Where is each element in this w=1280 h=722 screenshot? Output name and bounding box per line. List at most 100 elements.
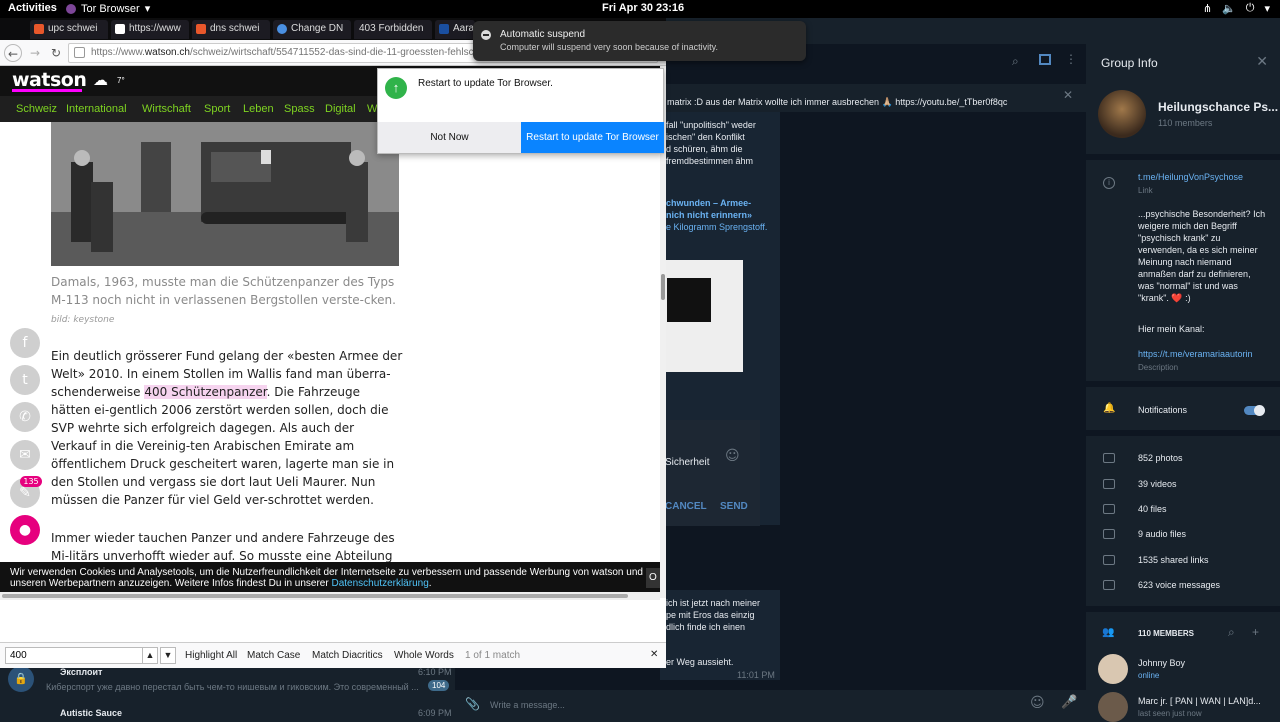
chat-snippet: ich ist jetzt nach meiner — [666, 598, 761, 608]
clock[interactable]: Fri Apr 30 23:16 — [602, 2, 684, 14]
nav-international[interactable]: International — [66, 103, 127, 115]
whatsapp-share-icon[interactable]: ✆ — [10, 402, 40, 432]
stat-links[interactable]: 1535 shared links — [1138, 555, 1209, 565]
divider — [1086, 154, 1280, 160]
channel-link[interactable]: https://t.me/veramariaautorin — [1138, 349, 1253, 359]
stat-audio[interactable]: 9 audio files — [1138, 529, 1186, 539]
notifications-toggle[interactable] — [1244, 405, 1265, 416]
chat-snippet: nich nicht erinnern» — [666, 210, 753, 220]
weather-icon[interactable]: ☁ — [93, 71, 108, 89]
stat-photos[interactable]: 852 photos — [1138, 453, 1183, 463]
tab-label: Aara — [453, 23, 475, 34]
app-menu[interactable]: Tor Browser ▾ — [66, 2, 150, 15]
find-status: 1 of 1 match — [465, 650, 521, 661]
watson-logo[interactable]: watson — [12, 69, 87, 92]
horizontal-scrollbar[interactable] — [0, 592, 660, 600]
chevron-down-icon: ▾ — [1264, 3, 1270, 15]
app-name: Tor Browser — [81, 2, 140, 15]
close-pinned-icon[interactable]: ✕ — [1063, 88, 1073, 102]
member-name[interactable]: Johnny Boy — [1138, 658, 1185, 668]
highlight-all-option[interactable]: Highlight All — [185, 650, 237, 661]
tab-label: upc schwei — [48, 23, 98, 34]
group-info-title: Group Info — [1101, 56, 1158, 70]
cancel-button[interactable]: CANCEL — [665, 501, 707, 513]
attach-icon[interactable]: 📎 — [465, 697, 480, 711]
microphone-icon[interactable]: 🎤 — [1061, 695, 1077, 710]
emoji-icon[interactable]: ☺ — [1030, 695, 1045, 711]
back-icon[interactable]: ← — [4, 44, 22, 62]
close-icon[interactable]: ✕ — [1256, 53, 1268, 70]
chat-name[interactable]: Autistic Sauce — [60, 707, 122, 719]
search-icon[interactable]: ⌕ — [1012, 54, 1019, 69]
sidebar-toggle-icon[interactable] — [1039, 54, 1051, 65]
avatar[interactable] — [1098, 654, 1128, 684]
cookie-ok-button[interactable]: O — [646, 568, 660, 588]
member-name[interactable]: Marc jr. [ PAN | WAN | LAN]d... — [1138, 696, 1261, 706]
page-info-icon[interactable] — [74, 47, 85, 58]
browser-tab[interactable]: dns schwei — [192, 20, 270, 39]
article-paragraph: Ein deutlich grösserer Fund gelang der «… — [51, 347, 403, 509]
facebook-share-icon[interactable]: f — [10, 328, 40, 358]
user-profile-icon[interactable]: ● — [10, 515, 40, 545]
find-input[interactable] — [5, 647, 143, 664]
tab-label: Change DN — [291, 23, 344, 34]
more-icon[interactable]: ⋮ — [1065, 52, 1077, 66]
match-diacritics-option[interactable]: Match Diacritics — [312, 650, 383, 661]
nav-schweiz[interactable]: Schweiz — [16, 103, 57, 115]
browser-tab[interactable]: Change DN — [273, 20, 351, 39]
activities-button[interactable]: Activities — [8, 2, 57, 14]
twitter-share-icon[interactable]: t — [10, 365, 40, 395]
unread-badge: 104 — [428, 680, 450, 691]
nav-sport[interactable]: Sport — [204, 103, 230, 115]
whole-words-option[interactable]: Whole Words — [394, 650, 454, 661]
channel-label: Hier mein Kanal: — [1138, 324, 1205, 334]
lock-icon[interactable]: 🔒 — [8, 666, 34, 692]
update-doorhanger: ↑ Restart to update Tor Browser. Not Now… — [377, 68, 664, 154]
stat-voice[interactable]: 623 voice messages — [1138, 580, 1220, 590]
find-previous-button[interactable]: ▲ — [142, 647, 158, 664]
video-icon — [1103, 479, 1115, 489]
browser-tab[interactable]: upc schwei — [30, 20, 108, 39]
forward-icon[interactable]: → — [26, 44, 44, 62]
emoji-icon[interactable]: ☺ — [725, 448, 740, 464]
email-share-icon[interactable]: ✉ — [10, 440, 40, 470]
chat-snippet: er Weg aussieht. — [666, 657, 734, 667]
close-findbar-icon[interactable]: ✕ — [650, 649, 658, 660]
browser-tab[interactable]: Aara — [435, 20, 475, 39]
privacy-link[interactable]: Datenschutzerklärung — [331, 578, 428, 589]
nav-more[interactable]: W — [367, 103, 377, 115]
restart-update-button[interactable]: Restart to update Tor Browser — [521, 122, 664, 153]
find-highlight: 400 Schützenpanzer — [144, 385, 267, 399]
not-now-button[interactable]: Not Now — [378, 122, 521, 153]
system-tray[interactable]: ⋔ 🔈 ⏻ ▾ — [1203, 2, 1270, 15]
comment-count-badge: 135 — [20, 476, 42, 487]
divider — [1086, 430, 1280, 436]
nav-leben[interactable]: Leben — [243, 103, 274, 115]
link-label: Link — [1138, 186, 1153, 195]
members-header: 110 MEMBERS — [1138, 629, 1195, 638]
browser-tab[interactable]: https://www — [111, 20, 189, 39]
suspend-notification[interactable]: Automatic suspend Computer will suspend … — [473, 21, 806, 61]
article-photo — [51, 122, 399, 266]
find-next-button[interactable]: ▼ — [160, 647, 176, 664]
stat-videos[interactable]: 39 videos — [1138, 479, 1177, 489]
nav-spass[interactable]: Spass — [284, 103, 315, 115]
reload-icon[interactable]: ↻ — [47, 44, 65, 62]
chat-snippet: fall "unpolitisch" weder — [666, 120, 756, 130]
url-prefix: https://www. — [91, 47, 145, 58]
browser-tab[interactable]: 403 Forbidden — [354, 20, 432, 39]
group-link[interactable]: t.me/HeilungVonPsychose — [1138, 172, 1243, 182]
nav-wirtschaft[interactable]: Wirtschaft — [142, 103, 191, 115]
search-icon[interactable]: ⌕ — [1228, 625, 1235, 640]
group-avatar[interactable] — [1098, 90, 1146, 138]
screenshot-thumbnail[interactable] — [665, 260, 743, 372]
tab-label: https://www — [129, 23, 181, 34]
send-button[interactable]: SEND — [720, 501, 748, 513]
members-icon: 👥 — [1102, 627, 1115, 638]
match-case-option[interactable]: Match Case — [247, 650, 300, 661]
nav-digital[interactable]: Digital — [325, 103, 356, 115]
message-input[interactable]: Write a message... — [490, 699, 565, 711]
stat-files[interactable]: 40 files — [1138, 504, 1167, 514]
avatar[interactable] — [1098, 692, 1128, 722]
add-member-icon[interactable]: + — [1252, 625, 1259, 639]
